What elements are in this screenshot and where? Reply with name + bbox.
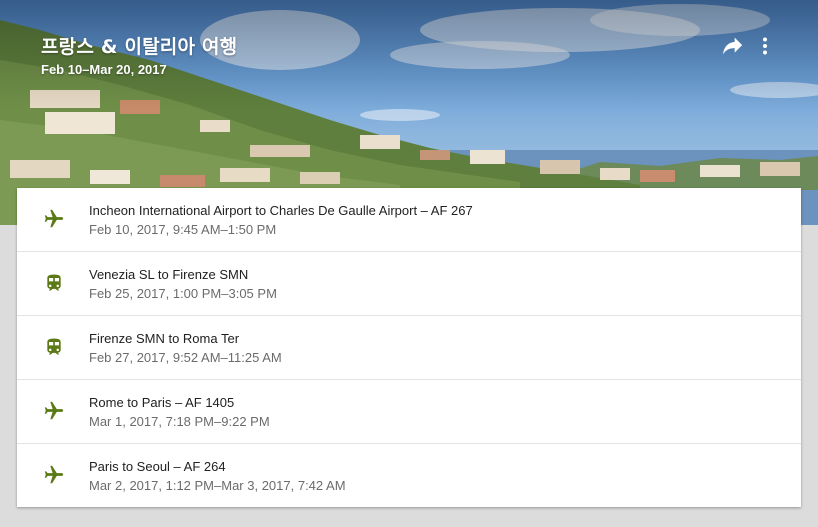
- share-arrow-icon: [723, 37, 743, 55]
- reservation-time: Mar 1, 2017, 7:18 PM–9:22 PM: [89, 414, 270, 429]
- reservation-time: Feb 10, 2017, 9:45 AM–1:50 PM: [89, 222, 277, 237]
- reservation-title: Incheon International Airport to Charles…: [89, 203, 473, 218]
- reservation-time: Feb 25, 2017, 1:00 PM–3:05 PM: [89, 286, 277, 301]
- reservation-item[interactable]: Paris to Seoul – AF 264 Mar 2, 2017, 1:1…: [17, 444, 801, 507]
- reservation-item[interactable]: Incheon International Airport to Charles…: [17, 188, 801, 252]
- reservation-title: Rome to Paris – AF 1405: [89, 395, 235, 410]
- airplane-icon: [43, 208, 65, 230]
- train-icon: [43, 336, 65, 358]
- airplane-icon: [43, 400, 65, 422]
- share-button[interactable]: [721, 34, 745, 58]
- trip-dates: Feb 10–Mar 20, 2017: [41, 62, 167, 77]
- reservation-item[interactable]: Venezia SL to Firenze SMN Feb 25, 2017, …: [17, 252, 801, 316]
- more-options-button[interactable]: [753, 34, 777, 58]
- more-vert-icon: [763, 37, 767, 55]
- trip-title: 프랑스 & 이탈리아 여행: [41, 36, 238, 58]
- reservation-item[interactable]: Rome to Paris – AF 1405 Mar 1, 2017, 7:1…: [17, 380, 801, 444]
- reservation-title: Firenze SMN to Roma Ter: [89, 331, 240, 346]
- reservation-item[interactable]: Firenze SMN to Roma Ter Feb 27, 2017, 9:…: [17, 316, 801, 380]
- reservation-time: Feb 27, 2017, 9:52 AM–11:25 AM: [89, 350, 282, 365]
- train-icon: [43, 272, 65, 294]
- reservations-list: Incheon International Airport to Charles…: [17, 188, 801, 507]
- reservation-time: Mar 2, 2017, 1:12 PM–Mar 3, 2017, 7:42 A…: [89, 478, 346, 493]
- reservation-title: Venezia SL to Firenze SMN: [89, 267, 249, 282]
- reservation-title: Paris to Seoul – AF 264: [89, 459, 226, 474]
- airplane-icon: [43, 464, 65, 486]
